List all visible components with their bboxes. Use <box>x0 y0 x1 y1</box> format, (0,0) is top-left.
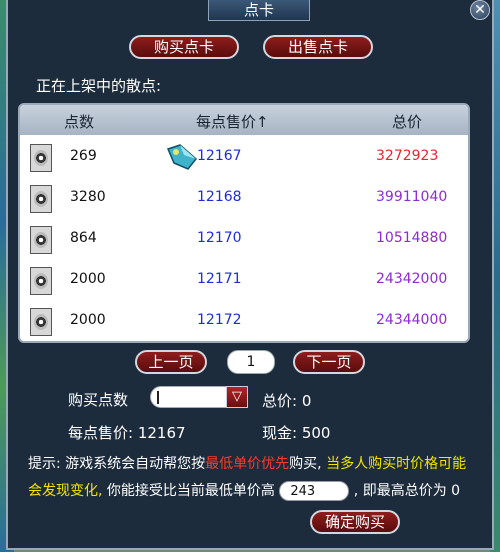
row-total: 10514880 <box>376 230 448 246</box>
table-row[interactable]: 2000 12171 24342000 <box>20 260 468 301</box>
prev-page-button[interactable]: 上一页 <box>135 350 207 374</box>
buy-card-tab[interactable]: 购买点卡 <box>129 35 239 59</box>
table-row[interactable]: 269 12167 3272923 <box>20 137 468 178</box>
point-card-icon <box>30 308 52 336</box>
row-points: 2000 <box>70 312 106 328</box>
point-card-icon <box>30 144 52 172</box>
row-points: 3280 <box>70 189 106 205</box>
sell-card-tab[interactable]: 出售点卡 <box>263 35 373 59</box>
row-total: 3272923 <box>376 148 439 164</box>
accept-higher-input[interactable]: 243 <box>279 481 350 501</box>
header-total[interactable]: 总价 <box>392 111 422 132</box>
close-button[interactable]: ✕ <box>470 0 490 20</box>
row-unit-price: 12167 <box>197 148 242 164</box>
row-total: 39911040 <box>376 189 448 205</box>
header-unit-price[interactable]: 每点售价↑ <box>196 111 269 132</box>
tip-part-3: 购买, <box>289 456 327 472</box>
row-points: 2000 <box>70 271 106 287</box>
point-card-icon <box>30 185 52 213</box>
window-title: 点卡 <box>208 0 310 21</box>
tip-text: 提示: 游戏系统会自动帮您按最低单价优先购买, 当多人购买时价格可能会发现变化,… <box>28 451 480 505</box>
row-total: 24344000 <box>376 312 448 328</box>
row-points: 864 <box>70 230 97 246</box>
confirm-buy-button[interactable]: 确定购买 <box>310 510 400 534</box>
table-row[interactable]: 3280 12168 39911040 <box>20 178 468 219</box>
row-unit-price: 12170 <box>197 230 242 246</box>
cash-label: 现金: 500 <box>262 424 331 442</box>
cursor-gem-icon <box>166 144 198 170</box>
qty-dropdown-button[interactable]: ▽ <box>226 386 248 408</box>
page-number-field[interactable]: 1 <box>227 350 275 374</box>
listing-table: 点数 每点售价↑ 总价 269 12167 3272923 3280 12168 3991… <box>18 103 470 343</box>
table-row[interactable]: 2000 12172 24344000 <box>20 301 468 341</box>
row-unit-price: 12172 <box>197 312 242 328</box>
buy-qty-label: 购买点数 <box>68 391 129 409</box>
row-points: 269 <box>70 148 97 164</box>
section-label: 正在上架中的散点: <box>36 77 162 95</box>
row-unit-price: 12168 <box>197 189 242 205</box>
header-points[interactable]: 点数 <box>64 111 94 132</box>
point-card-icon <box>30 267 52 295</box>
tip-part-6: , 即最高总价为 0 <box>349 483 461 499</box>
tip-highlight-lowest: 最低单价优先 <box>205 456 290 472</box>
dropdown-arrow-icon: ▽ <box>232 389 242 404</box>
table-row[interactable]: 864 12170 10514880 <box>20 219 468 260</box>
next-page-button[interactable]: 下一页 <box>293 350 365 374</box>
close-icon: ✕ <box>474 2 486 18</box>
tip-part-5: 你能接受比当前最低单价高 <box>102 483 275 499</box>
row-unit-price: 12171 <box>197 271 242 287</box>
tip-part-1: 提示: 游戏系统会自动帮您按 <box>28 456 206 472</box>
unit-price-label: 每点售价: 12167 <box>68 424 186 442</box>
total-price-label: 总价: 0 <box>262 392 312 410</box>
point-card-icon <box>30 226 52 254</box>
row-total: 24342000 <box>376 271 448 287</box>
table-header: 点数 每点售价↑ 总价 <box>20 105 468 135</box>
